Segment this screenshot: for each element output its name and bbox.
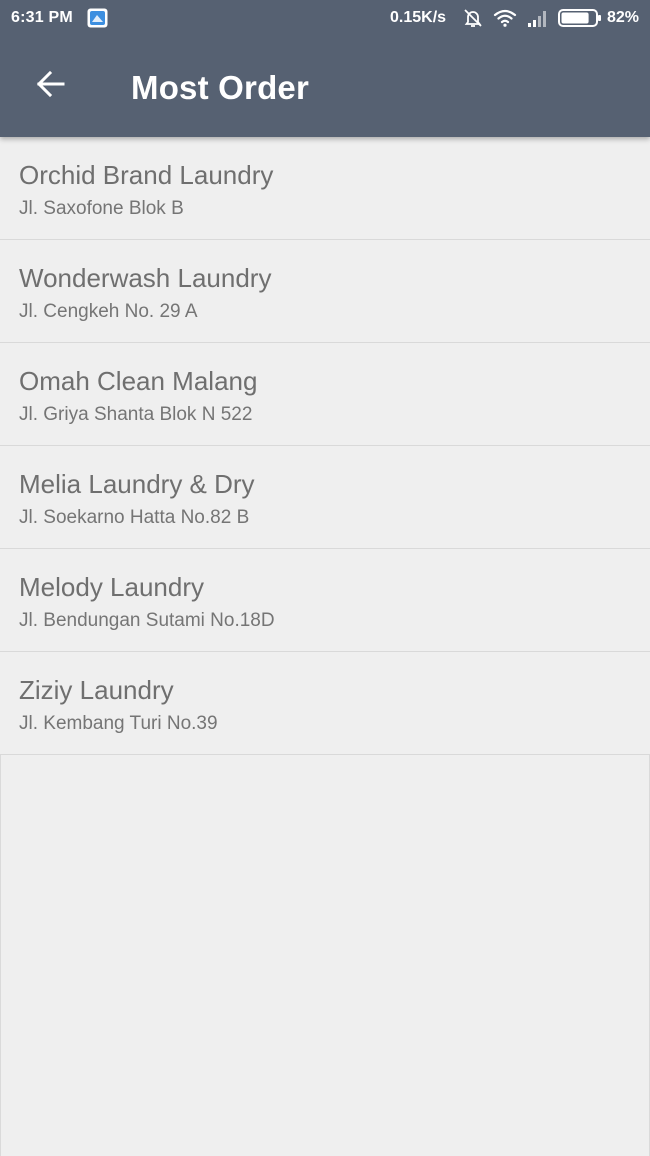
laundry-list: Orchid Brand Laundry Jl. Saxofone Blok B… [0,137,650,755]
list-item[interactable]: Wonderwash Laundry Jl. Cengkeh No. 29 A [0,240,650,343]
network-speed: 0.15K/s [390,9,447,26]
arrow-left-icon [34,68,66,105]
notification-app-icon [87,8,108,28]
laundry-name: Ziziy Laundry [19,675,174,705]
status-time: 6:31 PM [11,9,73,26]
page-title: Most Order [131,69,310,106]
laundry-address: Jl. Cengkeh No. 29 A [19,301,198,322]
list-item[interactable]: Ziziy Laundry Jl. Kembang Turi No.39 [0,652,650,755]
back-button[interactable] [20,58,80,114]
laundry-name: Orchid Brand Laundry [19,160,274,190]
list-item[interactable]: Melody Laundry Jl. Bendungan Sutami No.1… [0,549,650,652]
list-item[interactable]: Orchid Brand Laundry Jl. Saxofone Blok B [0,137,650,240]
list-item[interactable]: Melia Laundry & Dry Jl. Soekarno Hatta N… [0,446,650,549]
laundry-address: Jl. Soekarno Hatta No.82 B [19,507,250,528]
signal-icon [527,10,549,27]
empty-list-area [0,755,650,1156]
laundry-address: Jl. Griya Shanta Blok N 522 [19,404,253,425]
laundry-name: Wonderwash Laundry [19,263,272,293]
toolbar: Most Order [0,36,650,137]
app-header: 6:31 PM 0.15K/s 82% Most Order [0,0,650,137]
wifi-icon [493,8,517,28]
battery-percent: 82% [607,9,640,26]
laundry-name: Melody Laundry [19,572,204,602]
laundry-address: Jl. Kembang Turi No.39 [19,713,218,734]
laundry-name: Melia Laundry & Dry [19,469,255,499]
mute-icon [462,7,484,29]
laundry-name: Omah Clean Malang [19,366,258,396]
battery-icon [558,9,602,27]
status-bar: 6:31 PM 0.15K/s 82% [0,0,650,36]
list-item[interactable]: Omah Clean Malang Jl. Griya Shanta Blok … [0,343,650,446]
screen: 6:31 PM 0.15K/s 82% Most Order Orchid Br… [0,0,650,1156]
laundry-address: Jl. Bendungan Sutami No.18D [19,610,275,631]
laundry-address: Jl. Saxofone Blok B [19,198,184,219]
